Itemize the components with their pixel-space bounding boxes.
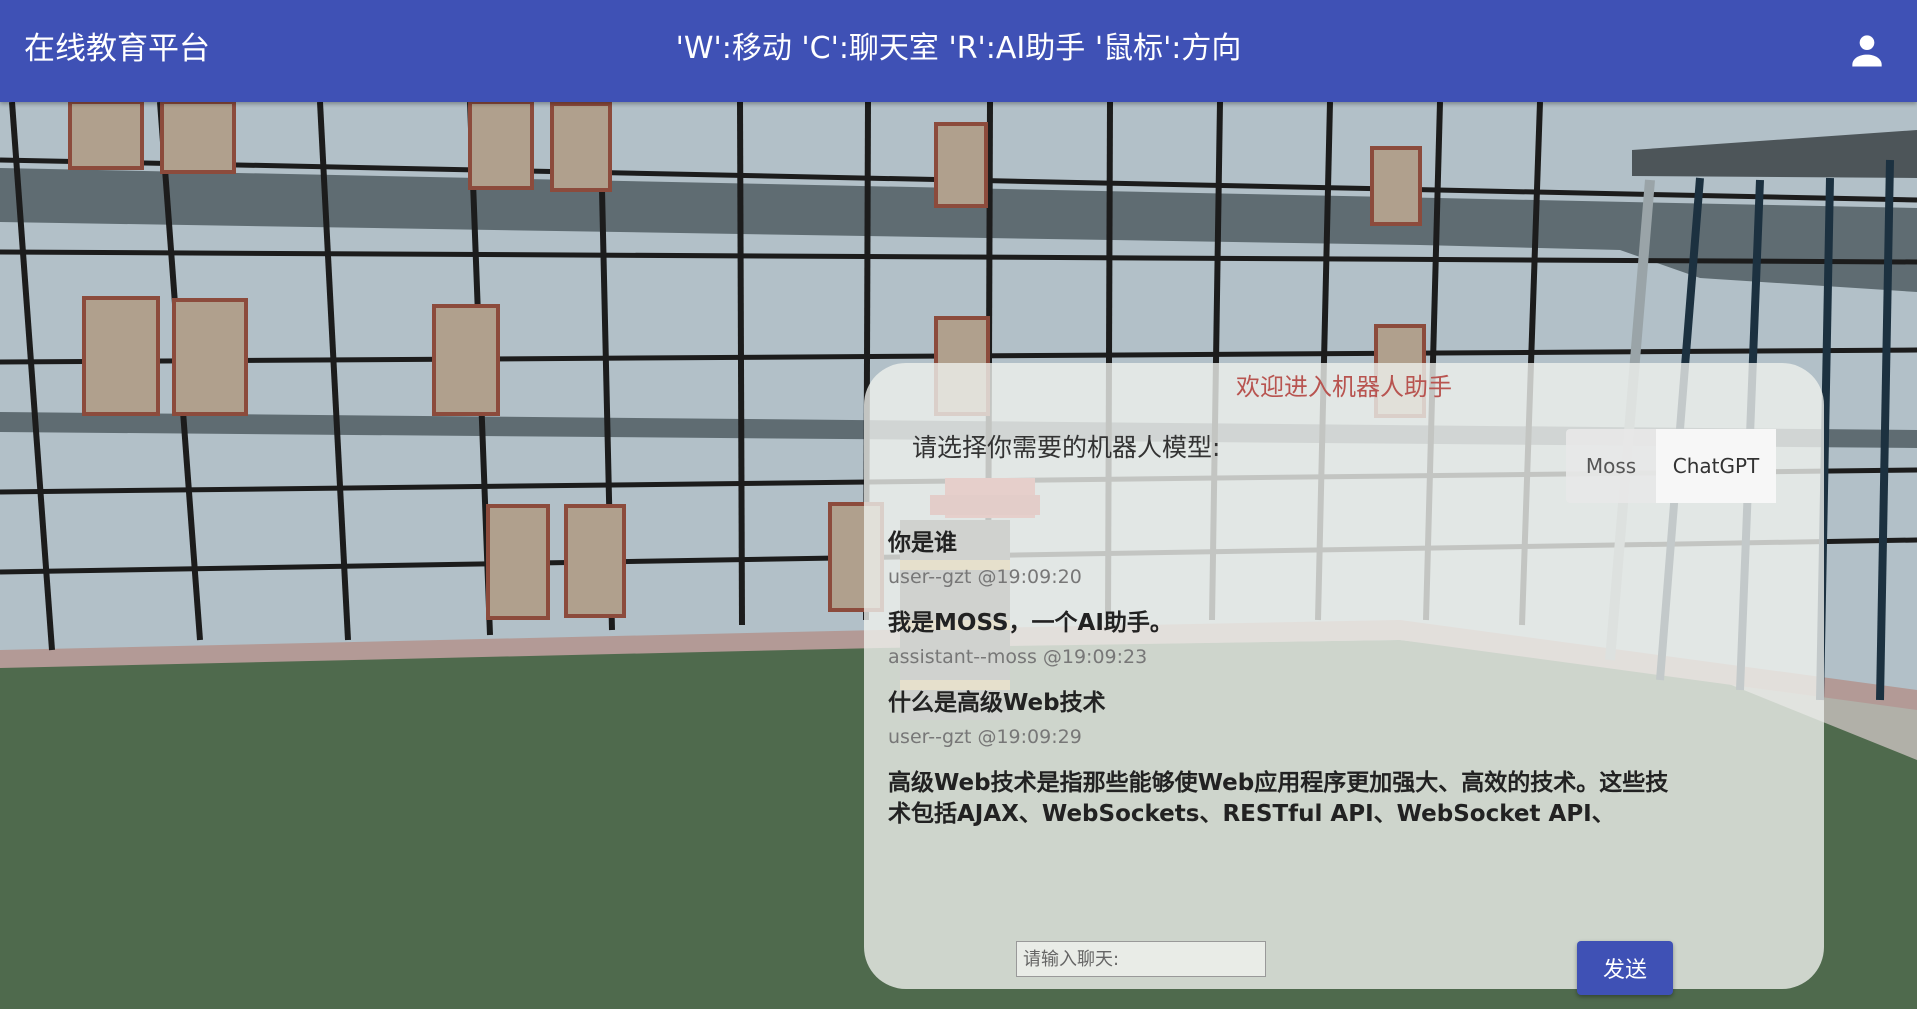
message-meta: assistant--moss @19:09:23 bbox=[888, 646, 1148, 668]
message-text: 你是谁 bbox=[888, 530, 957, 556]
model-option-moss[interactable]: Moss bbox=[1566, 429, 1656, 503]
message-item: 高级Web技术是指那些能够使Web应用程序更加强大、高效的技术。这些技术包括AJ… bbox=[888, 768, 1788, 830]
message-meta: user--gzt @19:09:29 bbox=[888, 726, 1082, 748]
model-toggle-group: Moss ChatGPT bbox=[1566, 429, 1776, 503]
message-text: 什么是高级Web技术 bbox=[888, 690, 1106, 716]
message-item: 什么是高级Web技术 user--gzt @19:09:29 bbox=[888, 688, 1788, 750]
panel-title: 欢迎进入机器人助手 bbox=[1236, 373, 1452, 401]
message-item: 我是MOSS，一个AI助手。 assistant--moss @19:09:23 bbox=[888, 608, 1788, 670]
model-option-chatgpt[interactable]: ChatGPT bbox=[1656, 429, 1776, 503]
message-text: 高级Web技术是指那些能够使Web应用程序更加强大、高效的技术。这些技术包括AJ… bbox=[888, 770, 1669, 827]
message-item: 你是谁 user--gzt @19:09:20 bbox=[888, 528, 1788, 590]
top-app-bar: 在线教育平台 'W':移动 'C':聊天室 'R':AI助手 '鼠标':方向 bbox=[0, 0, 1917, 102]
account-button[interactable] bbox=[1845, 28, 1889, 72]
robot-assistant-panel: 欢迎进入机器人助手 请选择你需要的机器人模型: Moss ChatGPT 你是谁… bbox=[864, 363, 1824, 995]
account-icon bbox=[1852, 35, 1882, 67]
model-select-label: 请选择你需要的机器人模型: bbox=[912, 433, 1221, 462]
message-list: 你是谁 user--gzt @19:09:20 我是MOSS，一个AI助手。 a… bbox=[888, 528, 1788, 830]
send-button[interactable]: 发送 bbox=[1577, 941, 1673, 995]
message-text: 我是MOSS，一个AI助手。 bbox=[888, 610, 1173, 636]
chat-input[interactable] bbox=[1016, 941, 1266, 977]
message-meta: user--gzt @19:09:20 bbox=[888, 566, 1082, 588]
keyboard-hint: 'W':移动 'C':聊天室 'R':AI助手 '鼠标':方向 bbox=[675, 31, 1242, 66]
